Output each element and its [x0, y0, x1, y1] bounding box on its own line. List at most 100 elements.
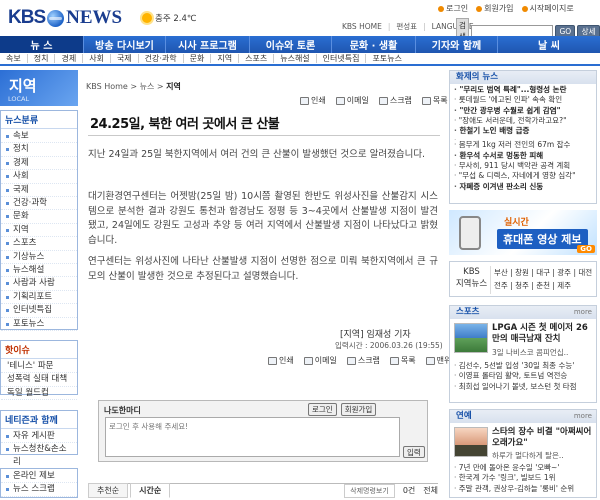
hot-news-item[interactable]: 자폐증 이겨낸 판소리 신동	[454, 182, 592, 192]
subnav-politics[interactable]: 정치	[28, 54, 56, 63]
sports-item[interactable]: 이영표 롤타임 활약, 토트넘 역전승	[454, 371, 577, 381]
email-button[interactable]: 이메일	[303, 355, 337, 366]
entertainment-more-link[interactable]: more	[574, 412, 592, 420]
category-item[interactable]: 건강·과학	[1, 197, 77, 211]
nav-reporters[interactable]: 기자와 함께	[416, 36, 498, 53]
schedule-link[interactable]: 편성표	[396, 21, 417, 32]
list-button[interactable]: 목록	[389, 355, 416, 366]
hot-news-item[interactable]: "만간 광우병 수월로 쉽게 감염"	[454, 106, 592, 116]
entertainment-item[interactable]: 한국계 가수 '링크', 빌보드 1위	[454, 473, 574, 483]
category-item[interactable]: 경제	[1, 157, 77, 171]
subnav-photo[interactable]: 포토뉴스	[366, 54, 407, 63]
hot-news-item[interactable]: "무섭 & 디렉스, 자네에게 영향 심각"	[454, 171, 592, 181]
nav-news[interactable]: 뉴 스	[0, 36, 84, 53]
category-item[interactable]: 기획리포트	[1, 291, 77, 305]
hot-news-item[interactable]: "장애도 서러운데, 전학가라고요?"	[454, 116, 592, 126]
category-item[interactable]: 국제	[1, 184, 77, 198]
weather-widget[interactable]: 충주 2.4℃	[142, 12, 196, 24]
sports-more-link[interactable]: more	[574, 308, 592, 316]
hot-issue-item[interactable]: 성폭력 실태 대책	[1, 373, 77, 387]
comment-submit-button[interactable]: 입력	[403, 446, 425, 458]
hot-news-item[interactable]: 무사히, 911 당시 백악관 공격 계획	[454, 161, 592, 171]
nav-weather[interactable]: 날 씨	[498, 36, 600, 53]
report-item[interactable]: 온라인 제보	[1, 470, 77, 484]
section-subtitle: LOCAL	[8, 95, 30, 103]
sports-item[interactable]: 최희섭 일어나기 볼넷, 보스턴 첫 타점	[454, 382, 577, 392]
scrap-button[interactable]: 스크랩	[378, 95, 412, 106]
comment-all-link[interactable]: 전체	[423, 485, 438, 496]
weather-text: 충주 2.4℃	[155, 14, 197, 24]
category-item[interactable]: 정치	[1, 143, 77, 157]
sports-item[interactable]: 김선수, 5선발 입성 '30일 최종 수능'	[454, 361, 577, 371]
startpage-link[interactable]: 시작페이지로	[521, 3, 574, 14]
comment-input[interactable]	[105, 417, 400, 457]
entertainment-feature-title[interactable]: 스타의 장수 비결 "아쩌씨어 오래가요"	[492, 427, 594, 449]
netizen-item[interactable]: 자유 게시판	[1, 430, 77, 444]
entertainment-thumbnail[interactable]	[454, 427, 488, 457]
subnav-internet[interactable]: 인터넷특집	[317, 54, 367, 63]
subnav-commentary[interactable]: 뉴스해설	[274, 54, 317, 63]
netizen-item[interactable]: 뉴스청찬&손소리	[1, 443, 77, 470]
login-link-label: 로그인	[446, 4, 469, 13]
entertainment-list: 7년 만에 돌아온 윤수일 '오빠~' 한국계 가수 '링크', 빌보드 1위 …	[450, 462, 578, 495]
subnav-society[interactable]: 사회	[83, 54, 111, 63]
nav-current-affairs[interactable]: 시사 프로그램	[166, 36, 250, 53]
hot-issue-header: 핫이슈	[1, 341, 77, 359]
category-item[interactable]: 지역	[1, 224, 77, 238]
list-button[interactable]: 목록	[421, 95, 448, 106]
ad-go-button[interactable]: GO	[577, 245, 595, 253]
subnav-breaking[interactable]: 속보	[0, 54, 28, 63]
category-item[interactable]: 사회	[1, 170, 77, 184]
login-link[interactable]: 로그인	[438, 3, 468, 14]
category-item[interactable]: 인터넷특집	[1, 304, 77, 318]
hot-news-item[interactable]: 환우석 수서로 멍동한 피해	[454, 151, 592, 161]
nav-issues[interactable]: 이슈와 토론	[250, 36, 332, 53]
category-item[interactable]: 스포츠	[1, 237, 77, 251]
nav-culture[interactable]: 문화 · 생활	[332, 36, 416, 53]
email-button[interactable]: 이메일	[335, 95, 369, 106]
subnav-region[interactable]: 지역	[211, 54, 240, 63]
hot-news-item[interactable]: 한철기 노인 배령 급증	[454, 126, 592, 136]
nav-replay[interactable]: 방송 다시보기	[84, 36, 166, 53]
kbs-home-link[interactable]: KBS HOME	[342, 22, 382, 31]
category-item[interactable]: 사람과 사람	[1, 277, 77, 291]
deletion-link[interactable]: 삭제명령보기	[344, 483, 395, 498]
category-item[interactable]: 뉴스해설	[1, 264, 77, 278]
hot-news-item[interactable]: 몸무게 1kg 저러 전인의 67m 잡수	[454, 140, 592, 150]
email-label: 이메일	[346, 96, 369, 105]
comment-login-button[interactable]: 로그인	[308, 403, 337, 416]
kbs-news-logo[interactable]: KBS NEWS	[8, 6, 122, 30]
tab-latest[interactable]: 시간순	[130, 483, 171, 498]
subnav-culture[interactable]: 문화	[184, 54, 212, 63]
phone-icon	[459, 216, 481, 250]
scrap-item[interactable]: 뉴스 스크랩	[1, 483, 77, 497]
sports-thumbnail[interactable]	[454, 323, 488, 353]
list-icon	[421, 96, 431, 105]
hot-issue-item[interactable]: '테니스' 파문	[1, 360, 77, 374]
hot-news-item[interactable]: "무리도 범역 특례"...형령성 논란	[454, 85, 592, 95]
article-paragraph: 연구센터는 위성사진에 나타난 산불발생 지점이 선명한 점으로 미뤄 북한지역…	[88, 256, 438, 282]
regional-cities[interactable]: 부산 | 창원 | 대구 | 광주 | 대전 전주 | 청주 | 춘천 | 제주	[494, 266, 594, 292]
tab-recommended[interactable]: 추천순	[88, 483, 129, 498]
subnav-world[interactable]: 국제	[111, 54, 139, 63]
print-button[interactable]: 인쇄	[300, 95, 326, 106]
entertainment-item[interactable]: 주말 관객, 권상우-김하늘 '롱비' 순위	[454, 484, 574, 494]
comment-signup-button[interactable]: 회원가입	[340, 403, 377, 416]
category-item[interactable]: 포토뉴스	[1, 318, 77, 332]
category-item[interactable]: 기상뉴스	[1, 251, 77, 265]
category-item[interactable]: 문화	[1, 210, 77, 224]
print-button[interactable]: 인쇄	[268, 355, 294, 366]
print-label: 인쇄	[311, 96, 326, 105]
hot-issue-item[interactable]: 독일 월드컵	[1, 387, 77, 401]
sports-feature-title[interactable]: LPGA 시즌 첫 메이저 26만의 매극남재 잔치	[492, 323, 594, 345]
entertainment-item[interactable]: 7년 만에 돌아온 윤수일 '오빠~'	[454, 463, 574, 473]
mobile-video-ad[interactable]: 실시간 휴대폰 영상 제보 GO	[449, 210, 597, 255]
subnav-sports[interactable]: 스포츠	[239, 54, 275, 63]
subnav-economy[interactable]: 경제	[55, 54, 84, 63]
signup-link[interactable]: 회원가입	[476, 3, 514, 14]
subnav-health[interactable]: 건강·과학	[139, 54, 184, 63]
hot-news-item[interactable]: 롯데월드 '에고된 인파' 속속 확인	[454, 95, 592, 105]
breadcrumb-path[interactable]: KBS Home > 뉴스 >	[86, 82, 164, 91]
category-item[interactable]: 속보	[1, 130, 77, 144]
scrap-button[interactable]: 스크랩	[346, 355, 380, 366]
